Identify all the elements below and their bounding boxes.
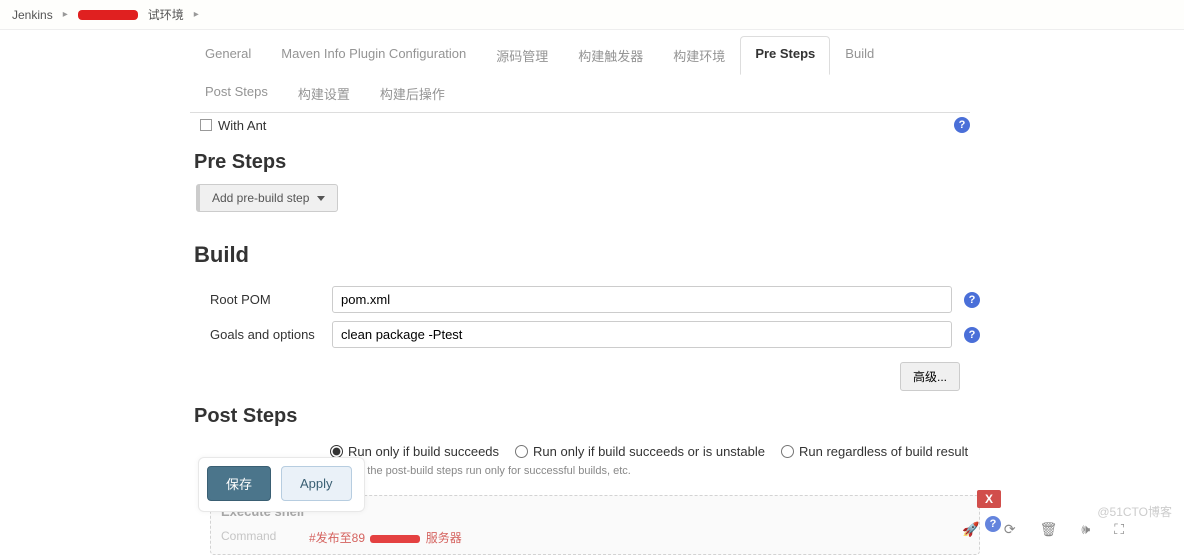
root-pom-input[interactable] <box>332 286 952 313</box>
section-pre-steps-title: Pre Steps <box>190 137 980 184</box>
add-pre-build-step-label: Add pre-build step <box>212 191 309 205</box>
with-ant-checkbox[interactable] <box>200 119 212 131</box>
help-icon[interactable]: ? <box>954 117 970 133</box>
root-pom-label: Root POM <box>190 292 320 307</box>
tab-build[interactable]: Build <box>830 36 889 75</box>
redacted-text <box>78 10 138 20</box>
goals-label: Goals and options <box>190 327 320 342</box>
command-prefix: #发布至89 <box>309 531 365 545</box>
tab-post-steps[interactable]: Post Steps <box>190 74 283 113</box>
breadcrumb: Jenkins ▸ 试环境 ▸ <box>0 0 1184 30</box>
radio-run-always-input[interactable] <box>781 445 794 458</box>
command-label: Command <box>221 529 291 543</box>
bottom-toolbar: 🚀 ⟳ 🗑 🕪 ⛶ <box>962 521 1124 538</box>
trash-icon[interactable]: 🗑 <box>1040 521 1058 538</box>
config-tabs: General Maven Info Plugin Configuration … <box>190 36 970 113</box>
advanced-button[interactable]: 高级... <box>900 362 960 391</box>
radio-run-always[interactable]: Run regardless of build result <box>781 444 968 459</box>
close-icon[interactable]: X <box>977 490 1001 508</box>
goals-input[interactable] <box>332 321 952 348</box>
radio-run-success-label: Run only if build succeeds <box>348 444 499 459</box>
refresh-icon[interactable]: ⟳ <box>1004 521 1016 538</box>
rocket-icon[interactable]: 🚀 <box>962 521 979 538</box>
radio-run-unstable-input[interactable] <box>515 445 528 458</box>
section-post-steps-title: Post Steps <box>190 391 980 438</box>
breadcrumb-root[interactable]: Jenkins <box>12 8 53 22</box>
save-button[interactable]: 保存 <box>207 466 271 501</box>
with-ant-label: With Ant <box>218 118 266 133</box>
watermark: @51CTO博客 <box>1097 503 1172 520</box>
section-build-title: Build <box>190 228 980 278</box>
tab-triggers[interactable]: 构建触发器 <box>563 36 658 75</box>
redacted-text <box>370 535 420 543</box>
apply-button[interactable]: Apply <box>281 466 352 501</box>
breadcrumb-suffix[interactable]: 试环境 <box>148 6 184 23</box>
radio-run-unstable-label: Run only if build succeeds or is unstabl… <box>533 444 765 459</box>
tab-post-build[interactable]: 构建后操作 <box>365 74 460 113</box>
radio-run-unstable[interactable]: Run only if build succeeds or is unstabl… <box>515 444 765 459</box>
footer-buttons: 保存 Apply <box>198 457 365 512</box>
tab-env[interactable]: 构建环境 <box>658 36 740 75</box>
tab-general[interactable]: General <box>190 36 266 75</box>
expand-icon[interactable]: ⛶ <box>1114 521 1124 538</box>
radio-run-always-label: Run regardless of build result <box>799 444 968 459</box>
command-text[interactable]: #发布至89 服务器 <box>309 529 462 546</box>
tab-build-settings[interactable]: 构建设置 <box>283 74 365 113</box>
command-suffix: 服务器 <box>426 531 462 545</box>
sound-icon[interactable]: 🕪 <box>1081 521 1090 538</box>
chevron-right-icon: ▸ <box>63 9 68 20</box>
add-pre-build-step-button[interactable]: Add pre-build step <box>196 184 338 212</box>
tab-maven-info[interactable]: Maven Info Plugin Configuration <box>266 36 481 75</box>
tab-pre-steps[interactable]: Pre Steps <box>740 36 830 75</box>
caret-down-icon <box>317 196 325 201</box>
chevron-right-icon: ▸ <box>194 9 199 20</box>
help-icon[interactable]: ? <box>964 292 980 308</box>
help-icon[interactable]: ? <box>964 327 980 343</box>
tab-scm[interactable]: 源码管理 <box>481 36 563 75</box>
